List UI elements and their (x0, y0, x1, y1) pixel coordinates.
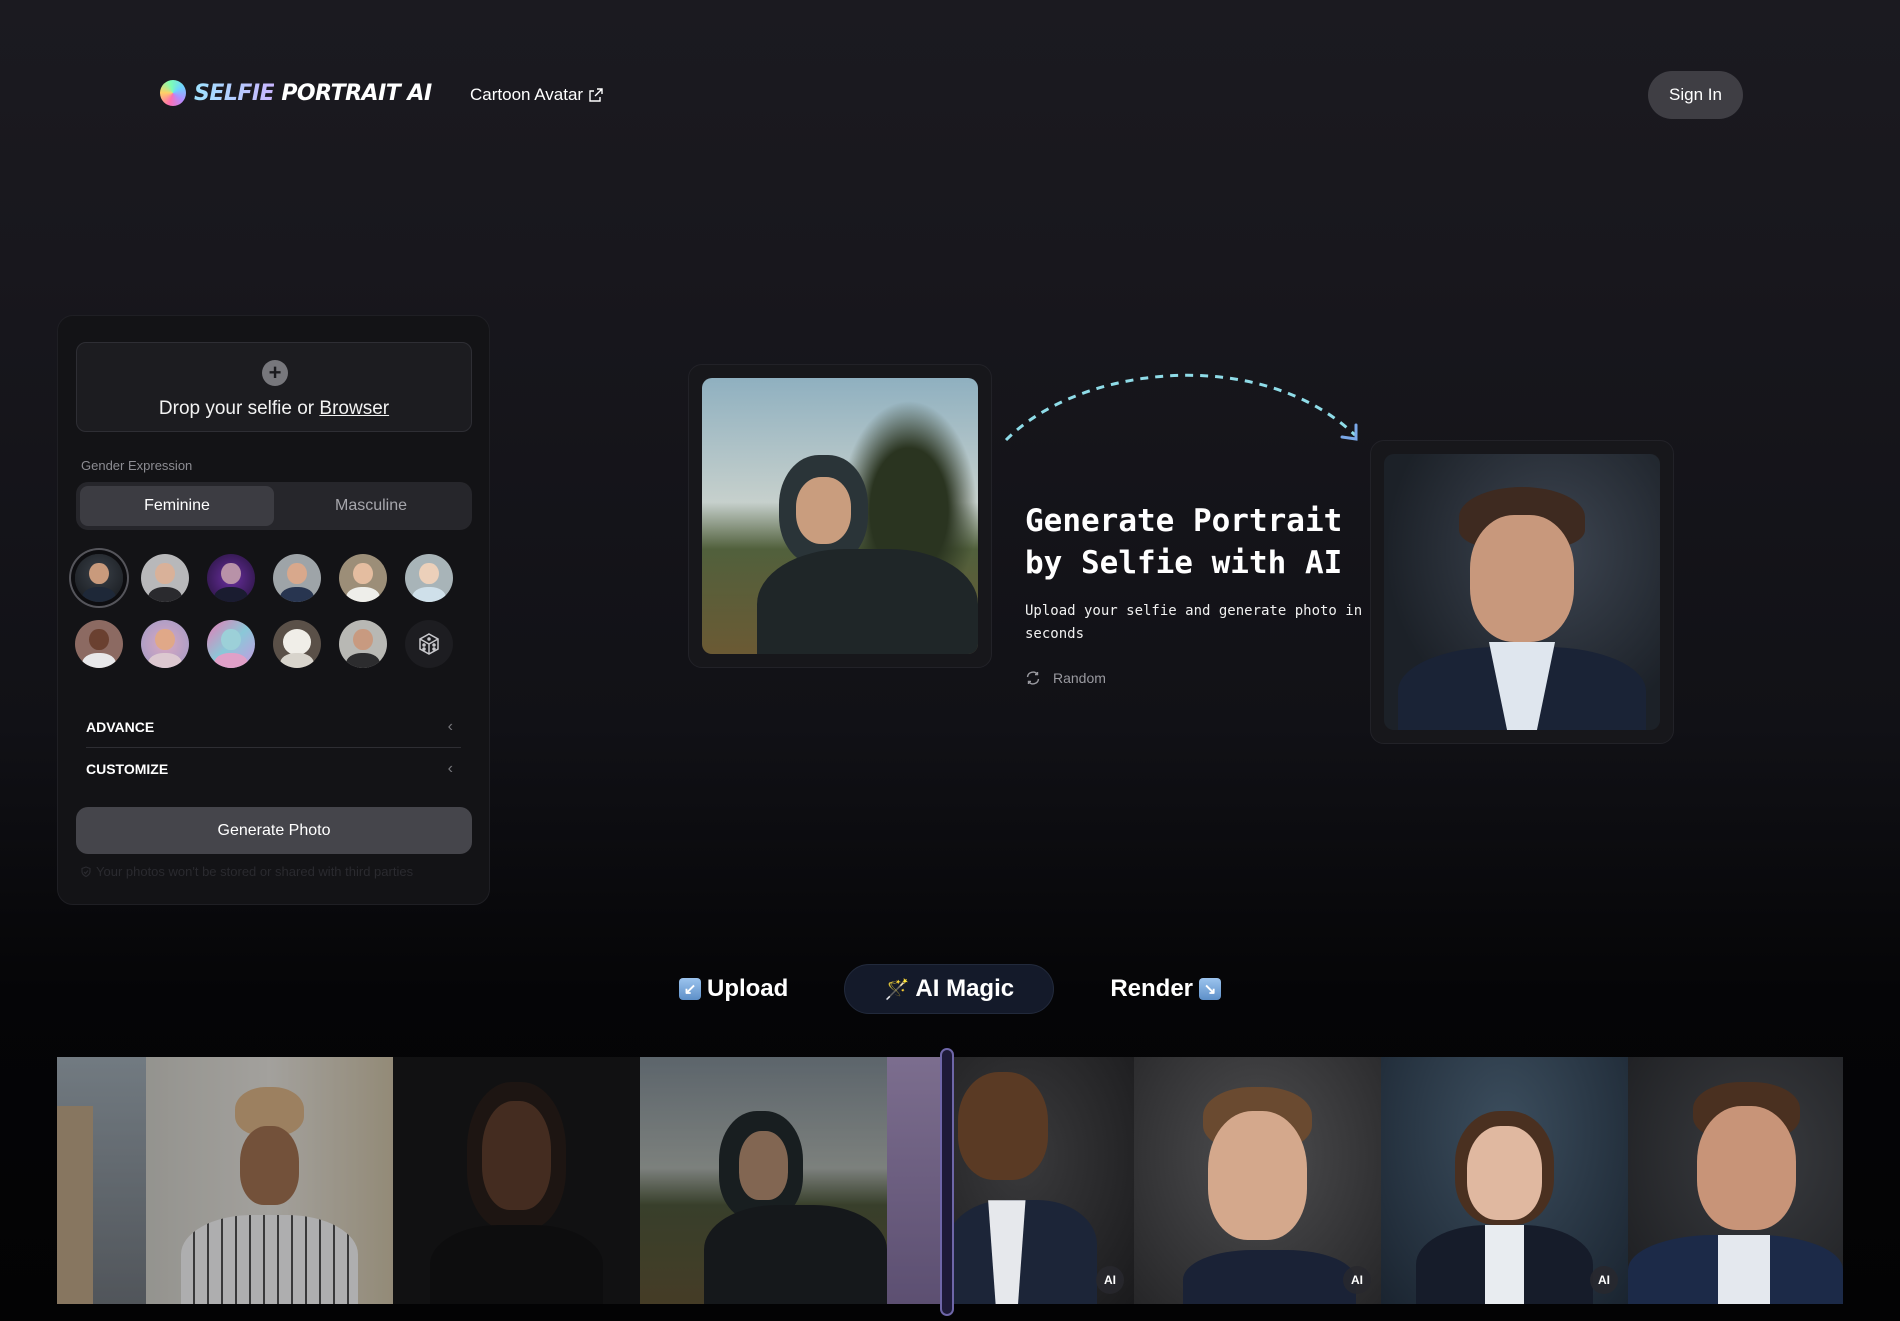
ai-badge: AI (1096, 1266, 1124, 1294)
style-preset-chef-woman[interactable] (339, 554, 387, 602)
gallery-ai-portrait-3: AI (1381, 1057, 1628, 1304)
logo-text: SELFIE PORTRAIT AI (194, 80, 432, 106)
selfie-dropzone[interactable]: + Drop your selfie or Browser (76, 342, 472, 432)
generated-portrait-image (1384, 454, 1660, 730)
gender-option-feminine[interactable]: Feminine (80, 486, 274, 526)
style-preset-athlete[interactable] (75, 620, 123, 668)
step-render[interactable]: Render ↘ (1074, 964, 1257, 1014)
plus-icon: + (262, 360, 288, 386)
generate-photo-button[interactable]: Generate Photo (76, 807, 472, 854)
flow-arrow-icon (1004, 373, 1358, 442)
gallery-ai-portrait-4 (1628, 1057, 1843, 1304)
style-preset-suit-man[interactable] (141, 554, 189, 602)
step-ai-magic[interactable]: 🪄 AI Magic (844, 964, 1055, 1014)
gallery-selfie-2 (146, 1057, 393, 1304)
hero-title: Generate Portrait by Selfie with AI (1025, 503, 1343, 581)
gallery-ai-portrait-2: AI (1134, 1057, 1381, 1304)
step-upload[interactable]: ↙ Upload (643, 964, 824, 1014)
hero-subtitle: Upload your selfie and generate photo in… (1025, 603, 1363, 642)
process-steps: ↙ Upload 🪄 AI Magic Render ↘ (0, 964, 1900, 1014)
style-preset-street-friends[interactable] (339, 620, 387, 668)
accordion-customize[interactable]: CUSTOMIZE ‹ (86, 748, 461, 790)
gallery-selfie-4 (640, 1057, 887, 1304)
arrow-down-left-icon: ↙ (678, 978, 701, 1000)
browse-link[interactable]: Browser (319, 398, 389, 419)
gender-option-masculine[interactable]: Masculine (274, 486, 468, 526)
style-preset-holi-festival[interactable] (207, 620, 255, 668)
style-preset-studio-man[interactable] (75, 554, 123, 602)
logo-orb-icon (160, 80, 186, 106)
nav-cartoon-avatar[interactable]: Cartoon Avatar (470, 85, 603, 105)
shield-check-icon (81, 865, 91, 877)
accordion-advance[interactable]: ADVANCE ‹ (86, 706, 461, 748)
style-preset-office-woman[interactable] (405, 554, 453, 602)
style-preset-purple-suit[interactable] (207, 554, 255, 602)
logo[interactable]: SELFIE PORTRAIT AI (160, 80, 432, 106)
style-preset-random[interactable] (405, 620, 453, 668)
style-preset-pastel-portrait[interactable] (141, 620, 189, 668)
gender-expression-label: Gender Expression (81, 458, 193, 473)
gender-toggle: Feminine Masculine (76, 482, 472, 530)
gallery-selfie-3 (393, 1057, 640, 1304)
dropzone-text: Drop your selfie or Browser (158, 398, 390, 419)
selfie-preview-image (702, 378, 978, 654)
dice-icon (419, 633, 439, 655)
random-button[interactable]: Random (1025, 670, 1106, 686)
style-preset-grid (75, 554, 453, 668)
style-preset-astronaut[interactable] (273, 620, 321, 668)
privacy-note: Your photos won't be stored or shared wi… (80, 864, 413, 879)
gallery-ai-portrait-1: AI (947, 1057, 1134, 1304)
gallery-selfie-5 (887, 1057, 947, 1304)
ai-badge: AI (1590, 1266, 1618, 1294)
generator-panel: + Drop your selfie or Browser Gender Exp… (57, 315, 490, 905)
external-link-icon (589, 88, 603, 102)
style-preset-press-conference[interactable] (273, 554, 321, 602)
selfie-preview-card (688, 364, 992, 668)
chevron-left-icon: ‹ (447, 717, 453, 735)
ai-badge: AI (1343, 1266, 1371, 1294)
compare-slider-handle[interactable] (940, 1048, 954, 1316)
chevron-left-icon: ‹ (447, 760, 453, 777)
nav-cartoon-avatar-label: Cartoon Avatar (470, 85, 584, 104)
generated-portrait-card (1370, 440, 1674, 744)
sign-in-button[interactable]: Sign In (1648, 71, 1743, 119)
magic-wand-icon: 🪄 (884, 978, 910, 1001)
gallery-selfie-1 (57, 1057, 146, 1304)
arrow-down-right-icon: ↘ (1199, 978, 1221, 1000)
refresh-icon (1026, 671, 1040, 685)
